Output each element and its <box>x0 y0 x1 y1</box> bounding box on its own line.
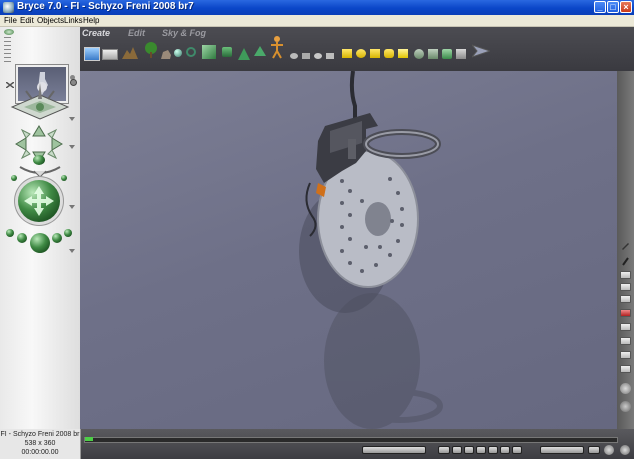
tab-edit[interactable]: Edit <box>128 28 145 38</box>
flyaround-sphere-main-icon[interactable] <box>30 233 50 253</box>
zoom-scale-icon[interactable] <box>4 37 11 65</box>
left-control-panel <box>0 27 81 429</box>
step-back-button[interactable] <box>464 446 474 454</box>
render-option-6-button[interactable] <box>620 351 631 359</box>
render-option-2-button[interactable] <box>620 283 631 291</box>
lattice-icon[interactable] <box>428 49 438 59</box>
add-keyframe-button[interactable] <box>540 446 584 454</box>
render-option-5-button[interactable] <box>620 337 631 345</box>
right-tool-strip <box>617 71 634 431</box>
rewind-button[interactable] <box>438 446 450 454</box>
render-option-4-button[interactable] <box>620 323 631 331</box>
move-cross-icon <box>24 186 54 216</box>
status-panel: FI - Schyzo Freni 2008 br 538 x 360 00:0… <box>0 429 81 459</box>
flyaround-sphere-4-icon[interactable] <box>64 229 72 237</box>
cone-icon[interactable] <box>238 47 250 60</box>
play-back-button[interactable] <box>452 446 462 454</box>
render-sphere-icon[interactable] <box>620 383 631 394</box>
human-figure-icon[interactable] <box>270 35 284 59</box>
globe-icon[interactable] <box>620 445 630 455</box>
memory-dots-icon[interactable] <box>604 445 614 455</box>
scene-viewport[interactable] <box>80 71 617 431</box>
time-display: 00:00:00.00 <box>21 449 59 456</box>
torus-icon[interactable] <box>186 47 196 57</box>
timeline-options-button[interactable] <box>588 446 600 454</box>
tree-icon[interactable] <box>142 41 160 59</box>
flyaround-sphere-1-icon[interactable] <box>6 229 14 237</box>
pencil-icon[interactable] <box>621 237 630 250</box>
timeline-current-marker[interactable] <box>85 437 93 441</box>
flyaround-menu-arrow-icon[interactable] <box>69 249 75 253</box>
area-light-icon[interactable] <box>398 49 408 58</box>
view-control-icon[interactable] <box>4 29 14 35</box>
render-globe-icon[interactable] <box>620 401 631 412</box>
menu-bar: File Edit Objects Links Help <box>0 15 634 27</box>
menu-edit[interactable]: Edit <box>20 15 34 26</box>
create-toolbar: Create Edit Sky & Fog <box>80 27 634 72</box>
render-option-3-button[interactable] <box>620 295 631 303</box>
create-menu-arrow-icon[interactable] <box>470 43 492 59</box>
tab-create[interactable]: Create <box>82 28 110 38</box>
ellipse-plane-icon[interactable] <box>314 53 322 59</box>
brush-icon[interactable] <box>621 253 630 266</box>
menu-links[interactable]: Links <box>64 15 83 26</box>
camera-trackball[interactable] <box>18 180 60 222</box>
bottom-animation-bar <box>0 429 634 459</box>
stop-button[interactable] <box>476 446 486 454</box>
render-option-1-button[interactable] <box>620 271 631 279</box>
render-size: 538 x 360 <box>24 440 56 447</box>
menu-objects[interactable]: Objects <box>37 15 64 26</box>
orbit-arrow-icon[interactable] <box>18 165 62 177</box>
rendered-scene-illustration <box>299 71 443 429</box>
square-plane-icon[interactable] <box>302 53 310 59</box>
camera-menu-arrow-icon[interactable] <box>69 117 75 121</box>
fast-forward-button[interactable] <box>512 446 522 454</box>
cylinder-icon[interactable] <box>222 47 232 57</box>
disc-icon[interactable] <box>290 53 298 59</box>
menu-file[interactable]: File <box>4 15 17 26</box>
metaball-icon[interactable] <box>414 49 424 59</box>
menu-help[interactable]: Help <box>83 15 99 26</box>
square-light-icon[interactable] <box>370 49 380 58</box>
camera-options-icon[interactable] <box>70 79 77 86</box>
animation-timeline[interactable] <box>84 437 618 443</box>
import-object-icon[interactable] <box>442 49 452 59</box>
document-name: FI - Schyzo Freni 2008 br <box>0 431 80 438</box>
flyaround-sphere-2-icon[interactable] <box>17 233 27 243</box>
maximize-button[interactable]: □ <box>607 1 619 13</box>
sphere-dot-left-icon[interactable] <box>11 175 17 181</box>
render-option-7-button[interactable] <box>620 365 631 373</box>
window-title: Bryce 7.0 - FI - Schyzo Freni 2008 br7 <box>17 1 194 12</box>
cube-icon[interactable] <box>202 45 216 59</box>
radial-light-icon[interactable] <box>342 49 352 58</box>
sphere-dot-right-icon[interactable] <box>61 175 67 181</box>
spot-light-icon[interactable] <box>356 49 366 58</box>
bryce-app-icon[interactable] <box>3 2 14 13</box>
play-button[interactable] <box>500 446 510 454</box>
pan-menu-arrow-icon[interactable] <box>69 145 75 149</box>
camera-sphere-small-icon[interactable] <box>33 155 45 165</box>
flyaround-sphere-3-icon[interactable] <box>52 233 62 243</box>
close-button[interactable]: × <box>620 1 632 13</box>
title-bar: Bryce 7.0 - FI - Schyzo Freni 2008 br7 _… <box>0 0 634 15</box>
tab-sky-fog[interactable]: Sky & Fog <box>162 28 206 38</box>
render-stop-button[interactable] <box>620 309 631 317</box>
camera-cross-icon[interactable] <box>6 79 74 125</box>
minimize-button[interactable]: _ <box>594 1 606 13</box>
trackball-menu-arrow-icon[interactable] <box>69 205 75 209</box>
primitive-sphere-icon[interactable] <box>174 49 182 57</box>
water-plane-icon[interactable] <box>84 47 100 61</box>
parallel-light-icon[interactable] <box>384 49 394 58</box>
ground-plane-icon[interactable] <box>102 49 118 60</box>
step-forward-button[interactable] <box>488 446 498 454</box>
keyframe-slots[interactable] <box>362 446 426 454</box>
pyramid-icon[interactable] <box>254 45 266 57</box>
rock-icon[interactable] <box>160 47 172 59</box>
library-icon[interactable] <box>456 49 466 59</box>
rectangle-plane-icon[interactable] <box>326 53 334 59</box>
terrain-icon[interactable] <box>122 45 138 59</box>
